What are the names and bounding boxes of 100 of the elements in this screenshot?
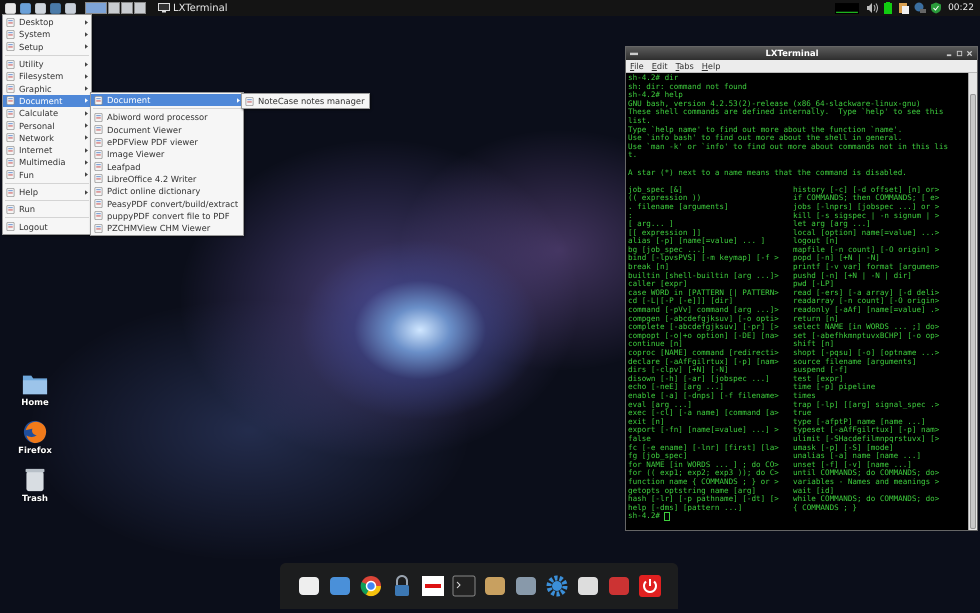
app-icon [6, 30, 15, 39]
scrollbar[interactable] [968, 73, 977, 530]
app-icon [6, 72, 15, 81]
network-graph-icon[interactable] [835, 2, 860, 14]
shield-icon[interactable] [930, 2, 942, 14]
menu-item[interactable]: Setup [3, 40, 91, 53]
app-icon [6, 42, 15, 52]
launcher-icon[interactable] [64, 2, 77, 14]
clock[interactable]: 00:22 [948, 3, 974, 13]
app-icon [94, 186, 103, 196]
app-icon [6, 158, 15, 167]
app-icon [94, 112, 103, 122]
volume-icon[interactable] [866, 2, 878, 14]
menu-item[interactable]: puppyPDF convert file to PDF [91, 210, 243, 222]
app-icon [6, 60, 15, 69]
menu-item[interactable]: Help [3, 186, 91, 198]
menu-item[interactable]: PeasyPDF convert/build/extract [91, 197, 243, 210]
power-icon[interactable] [638, 574, 662, 598]
launcher-icon[interactable] [4, 2, 17, 14]
window-title: LXTerminal [764, 48, 820, 58]
text-cursor [664, 512, 670, 522]
launcher-icon[interactable] [19, 2, 32, 14]
menu-item[interactable]: Personal [3, 119, 91, 132]
submenu-arrow-icon [85, 20, 88, 25]
menu-bar-item[interactable]: Edit [652, 61, 668, 71]
menu-bar-item[interactable]: File [630, 61, 644, 71]
app-icon[interactable] [514, 574, 538, 598]
menu-item[interactable]: Run [3, 203, 91, 216]
app-icon[interactable] [482, 574, 506, 598]
menu-item[interactable]: Image Viewer [91, 148, 243, 160]
browser-icon[interactable] [22, 420, 48, 444]
submenu-arrow-icon [85, 62, 88, 67]
menu-item[interactable]: NoteCase notes manager [242, 95, 369, 108]
menu-item[interactable]: System [3, 28, 91, 41]
menu-item[interactable]: Logout [3, 220, 91, 233]
maximize-icon[interactable] [956, 50, 963, 57]
desktop-icon-label[interactable]: Home [21, 398, 49, 408]
app-icon[interactable] [576, 574, 600, 598]
submenu-arrow-icon [85, 135, 88, 140]
menu-item[interactable]: Document Viewer [91, 124, 243, 136]
app-icon [6, 204, 15, 214]
app-icon [6, 84, 15, 94]
submenu-arrow-icon [85, 44, 88, 50]
app-tile-icon[interactable] [420, 574, 444, 598]
submenu-arrow-icon [85, 32, 88, 37]
menu-item[interactable]: Internet [3, 144, 91, 156]
app-icon [94, 125, 103, 134]
menu-item[interactable]: Calculate [3, 107, 91, 120]
terminal-icon[interactable] [452, 574, 476, 598]
menu-bar-item[interactable]: Tabs [676, 61, 694, 71]
launcher-icon[interactable] [34, 2, 47, 14]
app-icon[interactable] [296, 574, 320, 598]
close-icon[interactable] [966, 50, 973, 57]
app-icon [94, 96, 103, 105]
taskbar-button[interactable]: LXTerminal [154, 1, 232, 15]
submenu-arrow-icon [85, 123, 88, 128]
menu-item[interactable]: Desktop [3, 16, 91, 28]
app-icon [6, 170, 15, 180]
launcher-icon[interactable] [49, 2, 62, 14]
app-icon [6, 146, 15, 155]
submenu-arrow-icon [85, 190, 88, 194]
menu-item[interactable]: Fun [3, 168, 91, 181]
app-icon [6, 96, 15, 106]
menu-item[interactable]: LibreOffice 4.2 Writer [91, 172, 243, 186]
window-menu-icon[interactable] [630, 50, 638, 57]
desktop-icon-label[interactable]: Firefox [18, 446, 52, 456]
scrollbar-thumb[interactable] [970, 94, 976, 529]
menu-item[interactable]: PZCHMView CHM Viewer [91, 222, 243, 234]
menu-item[interactable]: Network [3, 132, 91, 144]
app-icon [94, 162, 103, 172]
browser-icon[interactable] [358, 574, 382, 598]
submenu-arrow-icon [85, 148, 88, 153]
menu-item[interactable]: Document [3, 94, 91, 108]
app-icon [94, 174, 103, 184]
menu-item[interactable]: ePDFView PDF viewer [91, 136, 243, 148]
menu-item[interactable]: Document [91, 94, 243, 106]
app-icon [94, 199, 103, 208]
app-icon [94, 138, 103, 147]
menu-item[interactable]: Abiword word processor [91, 111, 243, 124]
clipboard-icon[interactable] [898, 2, 910, 14]
monitor-icon [158, 3, 170, 13]
menu-bar-item[interactable]: Help [702, 61, 720, 71]
menu-item[interactable]: Leafpad [91, 160, 243, 173]
submenu-arrow-icon [85, 172, 88, 178]
submenu-arrow-icon [85, 74, 88, 79]
app-icon [6, 222, 15, 232]
app-icon [6, 108, 15, 118]
menu-item[interactable]: Filesystem [3, 70, 91, 82]
app-icon [94, 150, 103, 159]
menu-item[interactable]: Pdict online dictionary [91, 185, 243, 198]
submenu-arrow-icon [85, 160, 88, 165]
battery-icon[interactable] [882, 2, 894, 14]
menu-item[interactable]: Multimedia [3, 156, 91, 169]
menu-item[interactable]: Utility [3, 58, 91, 70]
menu-item[interactable]: Graphic [3, 82, 91, 95]
app-icon [94, 224, 103, 233]
gear-icon[interactable] [544, 574, 568, 598]
desktop-icon-label[interactable]: Trash [22, 494, 48, 504]
submenu-arrow-icon [85, 86, 88, 92]
app-icon [245, 96, 254, 106]
